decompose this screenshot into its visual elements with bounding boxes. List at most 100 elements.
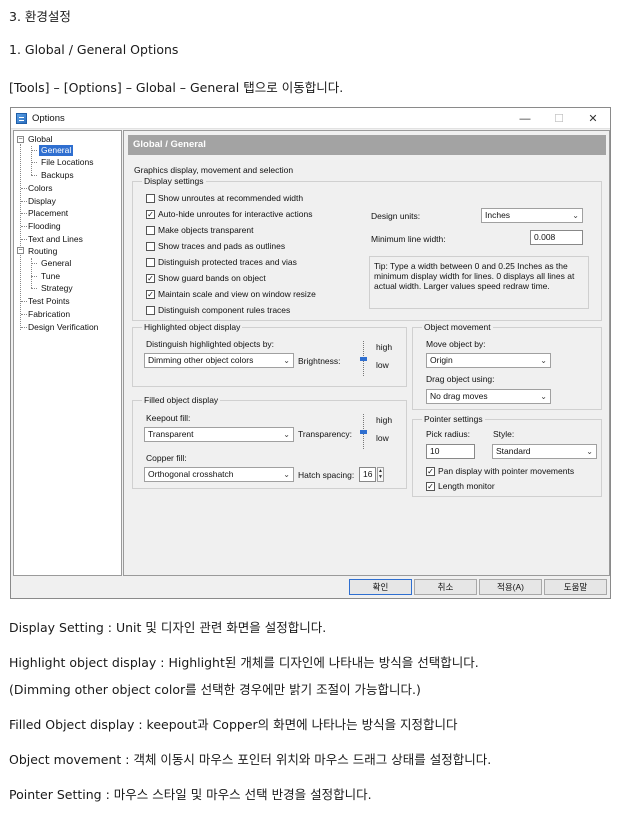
note-dimming: (Dimming other object color를 선택한 경우에만 밝기… [9, 682, 421, 697]
checkbox-label: Show unroutes at recommended width [158, 193, 304, 203]
checkbox-box [146, 193, 155, 203]
distinguish-component-rules-checkbox[interactable]: Distinguish component rules traces [146, 305, 290, 315]
transparency-slider-thumb[interactable] [360, 430, 367, 434]
options-tree[interactable]: − − Global General File Locations Backup… [13, 130, 122, 576]
check-icon: ✓ [146, 289, 155, 299]
distinguish-value: Dimming other object colors [148, 355, 254, 365]
window-title: Options [32, 112, 65, 124]
show-unroutes-checkbox[interactable]: Show unroutes at recommended width [146, 193, 303, 203]
tree-item-routing[interactable]: Routing [28, 246, 57, 257]
chevron-down-icon: ⌄ [283, 430, 290, 439]
copper-fill-select[interactable]: Orthogonal crosshatch ⌄ [144, 467, 294, 482]
note-filled-display: Filled Object display : keepout과 Copper의… [9, 717, 458, 732]
check-icon: ✓ [426, 466, 435, 476]
hatch-spacing-input[interactable]: 16 [359, 467, 376, 482]
tree-item-display[interactable]: Display [28, 196, 56, 207]
tree-item-placement[interactable]: Placement [28, 208, 68, 219]
checkbox-box [146, 305, 155, 315]
chevron-down-icon: ⌄ [540, 392, 547, 401]
note-object-movement: Object movement : 객체 이동시 마우스 포인터 위치와 마우스… [9, 752, 492, 767]
copper-fill-value: Orthogonal crosshatch [148, 469, 234, 479]
options-app-icon [16, 112, 27, 124]
tree-item-design-verification[interactable]: Design Verification [28, 322, 98, 333]
help-button[interactable]: 도움말 [544, 579, 607, 595]
maintain-scale-checkbox[interactable]: ✓ Maintain scale and view on window resiz… [146, 289, 316, 299]
tip-box: Tip: Type a width between 0 and 0.25 Inc… [369, 256, 589, 309]
pick-radius-label: Pick radius: [426, 429, 470, 439]
transparency-label: Transparency: [298, 429, 353, 439]
close-button[interactable]: ✕ [576, 108, 610, 129]
ok-button[interactable]: 확인 [349, 579, 412, 595]
highlighted-legend: Highlighted object display [142, 322, 243, 332]
cancel-button[interactable]: 취소 [414, 579, 477, 595]
move-object-value: Origin [430, 355, 453, 365]
checkbox-box [146, 241, 155, 251]
doc-path-text: [Tools] – [Options] – Global – General 탭… [9, 80, 344, 95]
style-label: Style: [493, 429, 515, 439]
distinguish-select[interactable]: Dimming other object colors ⌄ [144, 353, 294, 368]
checkbox-label: Make objects transparent [158, 225, 254, 235]
chevron-down-icon: ⌄ [283, 356, 290, 365]
show-outlines-checkbox[interactable]: Show traces and pads as outlines [146, 241, 285, 251]
length-monitor-checkbox[interactable]: ✓ Length monitor [426, 481, 495, 491]
brightness-slider-thumb[interactable] [360, 357, 367, 361]
tree-item-routing-general[interactable]: General [41, 258, 71, 269]
filled-legend: Filled object display [142, 395, 221, 405]
check-icon: ✓ [146, 209, 155, 219]
tree-item-text-and-lines[interactable]: Text and Lines [28, 234, 83, 245]
section-title: Graphics display, movement and selection [134, 165, 294, 175]
min-line-width-input[interactable]: 0.008 [530, 230, 583, 245]
title-bar[interactable]: Options — ☐ ✕ [11, 108, 610, 129]
min-line-width-label: Minimum line width: [371, 234, 446, 244]
brightness-high-label: high [376, 342, 393, 352]
panel-header: Global / General [128, 135, 606, 155]
chevron-down-icon: ⌄ [540, 356, 547, 365]
brightness-low-label: low [376, 360, 389, 370]
tree-item-global[interactable]: Global [28, 134, 53, 145]
check-icon: ✓ [146, 273, 155, 283]
note-highlight-display: Highlight object display : Highlight된 개체… [9, 655, 479, 670]
tree-item-fabrication[interactable]: Fabrication [28, 309, 70, 320]
make-objects-transparent-checkbox[interactable]: Make objects transparent [146, 225, 253, 235]
tree-item-tune[interactable]: Tune [41, 271, 60, 282]
tree-item-colors[interactable]: Colors [28, 183, 53, 194]
auto-hide-unroutes-checkbox[interactable]: ✓ Auto-hide unroutes for interactive acti… [146, 209, 313, 219]
copper-fill-label: Copper fill: [146, 453, 187, 463]
hatch-spacing-spinner[interactable]: ▲ ▼ [377, 467, 384, 482]
check-icon: ✓ [426, 481, 435, 491]
checkbox-box [146, 225, 155, 235]
move-object-select[interactable]: Origin ⌄ [426, 353, 551, 368]
drag-object-value: No drag moves [430, 391, 488, 401]
show-guard-bands-checkbox[interactable]: ✓ Show guard bands on object [146, 273, 266, 283]
apply-button[interactable]: 적용(A) [479, 579, 542, 595]
keepout-fill-select[interactable]: Transparent ⌄ [144, 427, 294, 442]
pan-display-checkbox[interactable]: ✓ Pan display with pointer movements [426, 466, 574, 476]
distinguish-protected-checkbox[interactable]: Distinguish protected traces and vias [146, 257, 297, 267]
distinguish-label: Distinguish highlighted objects by: [146, 339, 275, 349]
note-display-setting: Display Setting : Unit 및 디자인 관련 화면을 설정합니… [9, 620, 327, 635]
style-select[interactable]: Standard ⌄ [492, 444, 597, 459]
expander-minus-icon[interactable]: − [17, 136, 24, 143]
display-settings-legend: Display settings [142, 176, 206, 186]
chevron-down-icon: ⌄ [283, 470, 290, 479]
general-options-panel: Global / General Graphics display, movem… [123, 130, 610, 576]
spin-down-icon[interactable]: ▼ [378, 474, 383, 480]
tree-item-general[interactable]: General [39, 145, 74, 156]
note-pointer-setting: Pointer Setting : 마우스 스타일 및 마우스 선택 반경을 설… [9, 787, 372, 802]
minimize-button[interactable]: — [508, 108, 542, 129]
design-units-select[interactable]: Inches ⌄ [481, 208, 583, 223]
doc-subheading: 1. Global / General Options [9, 42, 179, 57]
tree-item-flooding[interactable]: Flooding [28, 221, 61, 232]
pick-radius-input[interactable]: 10 [426, 444, 475, 459]
keepout-fill-value: Transparent [148, 429, 194, 439]
checkbox-label: Show guard bands on object [158, 273, 266, 283]
drag-object-label: Drag object using: [426, 374, 495, 384]
tree-item-file-locations[interactable]: File Locations [41, 157, 93, 168]
design-units-label: Design units: [371, 211, 421, 221]
maximize-button[interactable]: ☐ [542, 108, 576, 129]
expander-minus-icon[interactable]: − [17, 247, 24, 254]
tree-item-backups[interactable]: Backups [41, 170, 74, 181]
tree-item-strategy[interactable]: Strategy [41, 283, 73, 294]
drag-object-select[interactable]: No drag moves ⌄ [426, 389, 551, 404]
tree-item-test-points[interactable]: Test Points [28, 296, 70, 307]
